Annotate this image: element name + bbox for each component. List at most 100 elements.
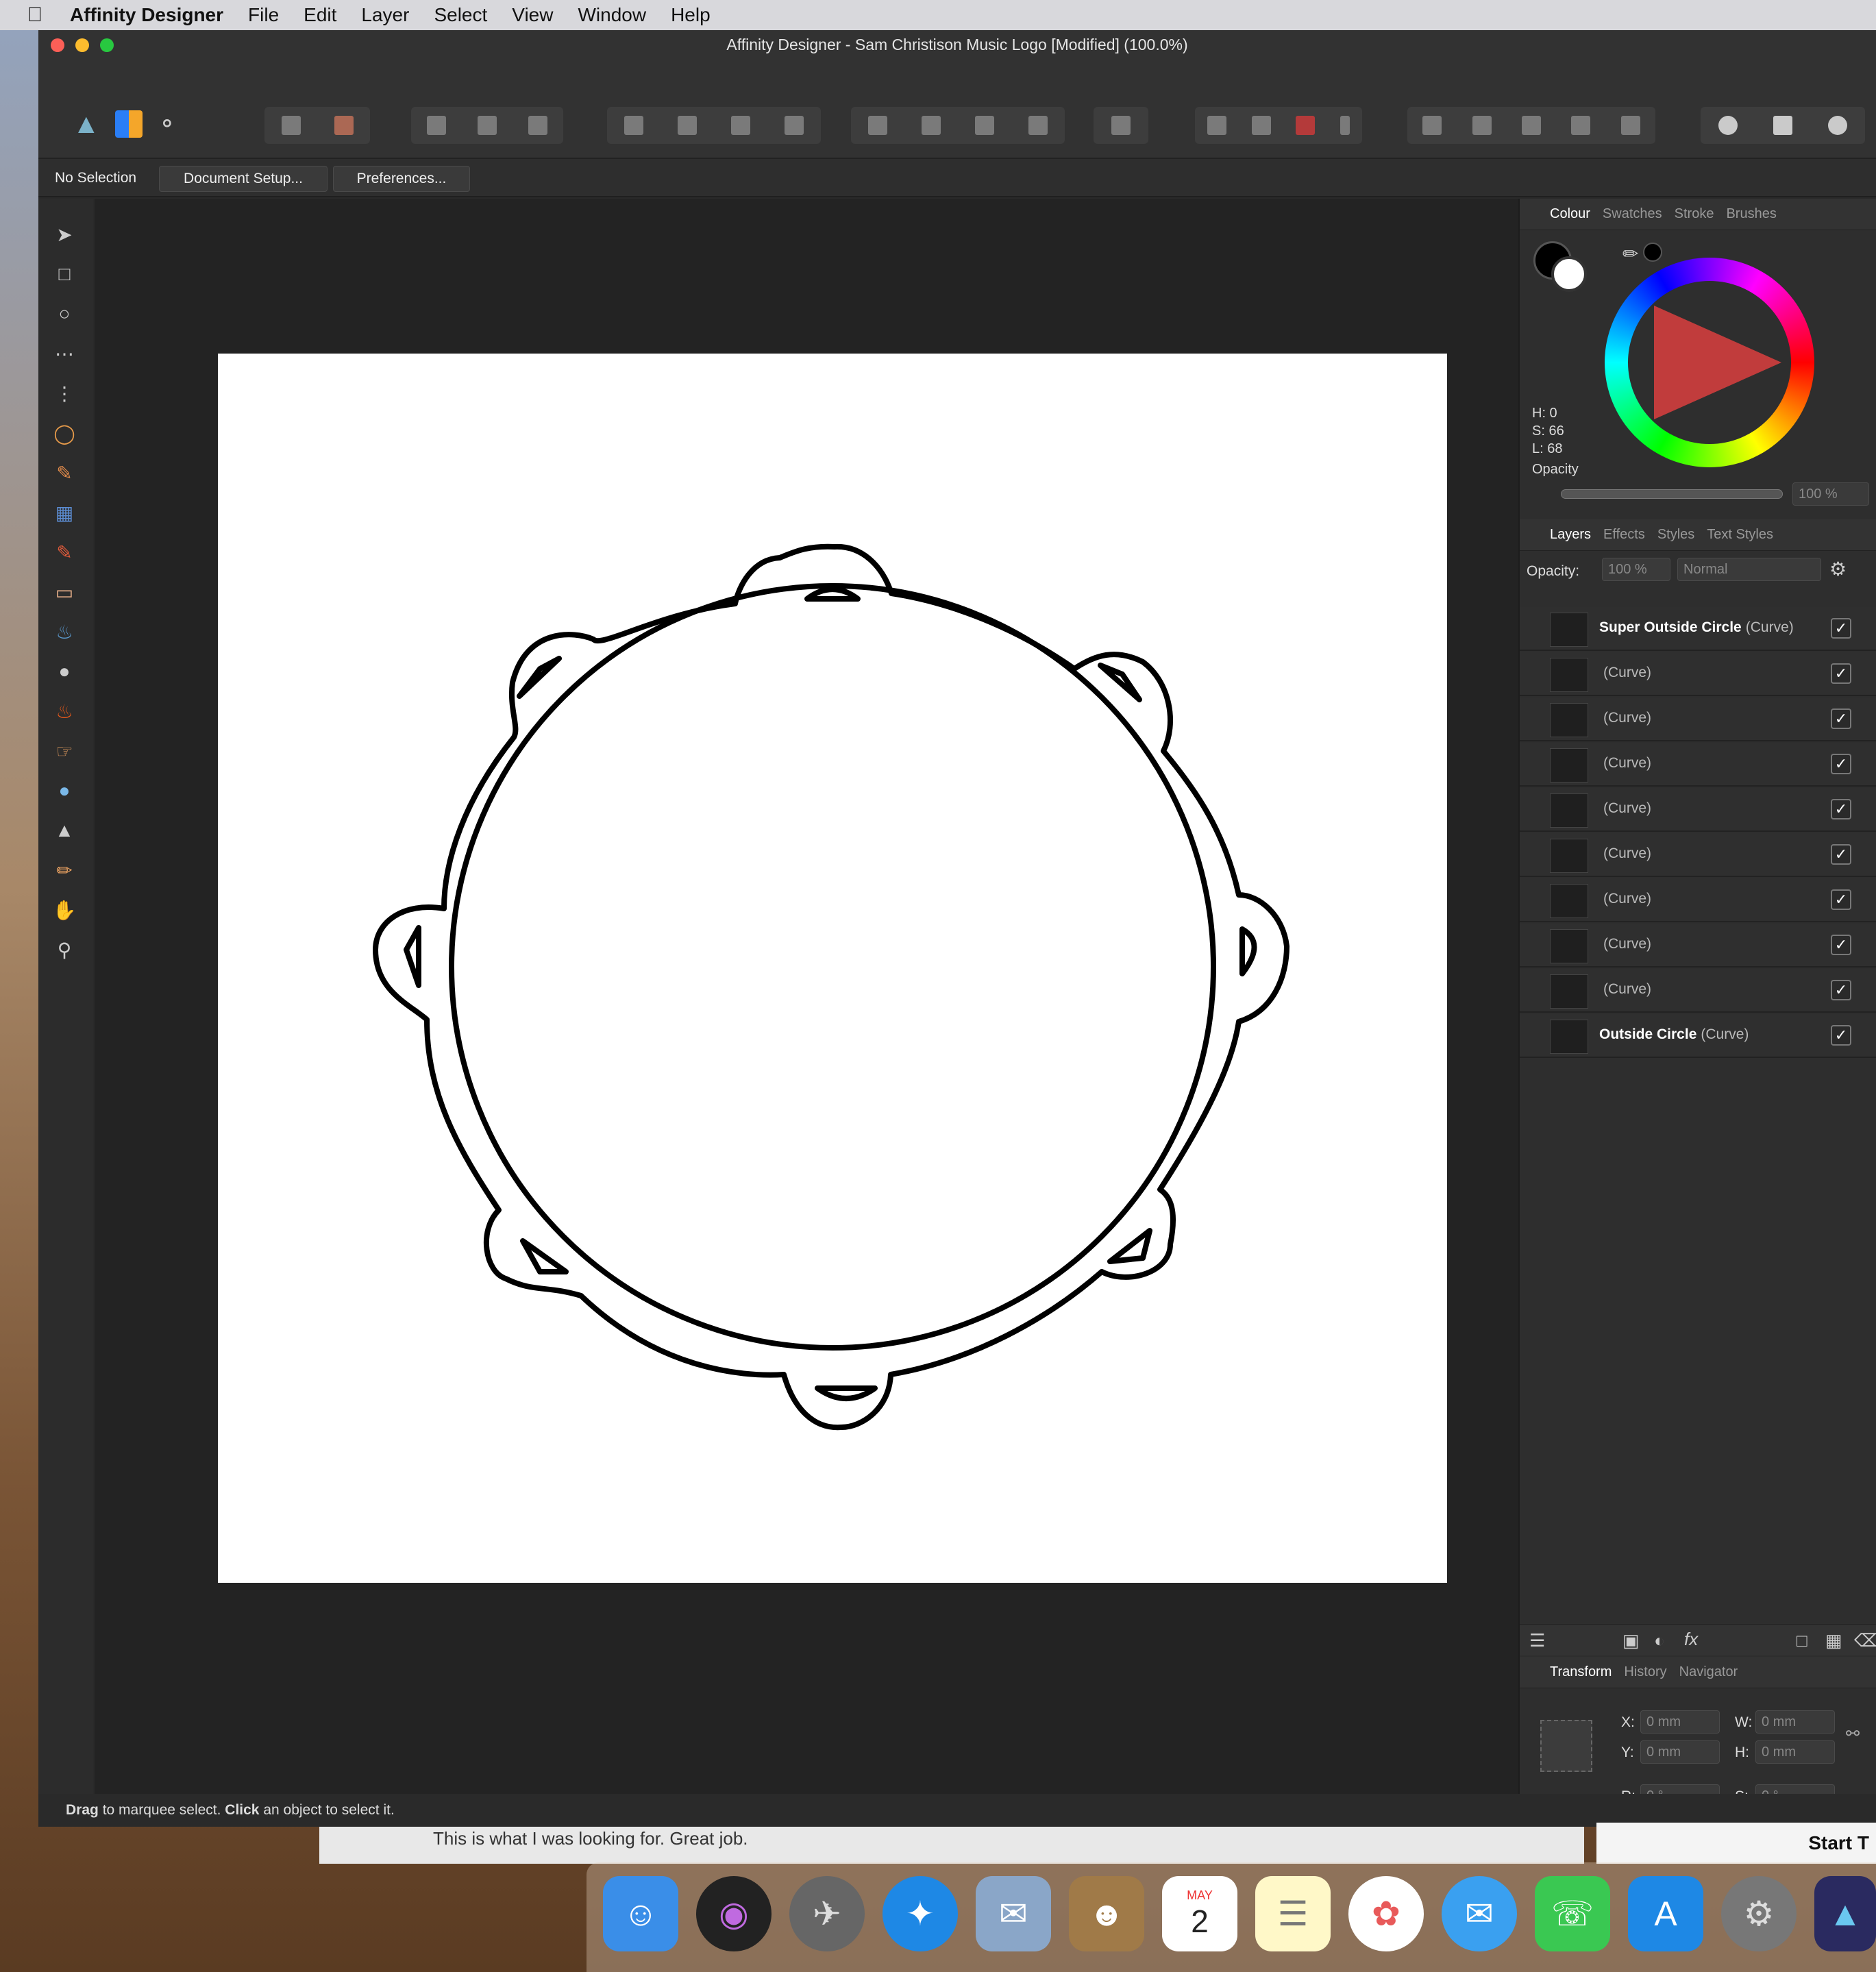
tab-styles[interactable]: Styles bbox=[1657, 527, 1694, 543]
layer-row[interactable]: Super Outside Circle (Curve) ✓ bbox=[1520, 607, 1876, 651]
snapping-settings-icon[interactable] bbox=[334, 116, 354, 135]
messages-icon[interactable]: ✉ bbox=[1442, 1876, 1517, 1951]
zoom-window-button[interactable] bbox=[100, 38, 114, 52]
snap-to-grid-icon[interactable] bbox=[1251, 116, 1271, 135]
opacity-slider[interactable] bbox=[1561, 489, 1783, 499]
layers-stack-icon[interactable]: ☰ bbox=[1529, 1630, 1545, 1651]
contacts-icon[interactable]: ☻ bbox=[1069, 1876, 1144, 1951]
stroke-colour-swatch[interactable] bbox=[1551, 256, 1587, 292]
menu-layer[interactable]: Layer bbox=[361, 4, 409, 26]
opacity-field[interactable]: 100 % bbox=[1792, 482, 1869, 506]
trash-icon[interactable]: ⌫ bbox=[1854, 1630, 1876, 1651]
flood-select-tool-icon[interactable]: ▦ bbox=[51, 499, 78, 526]
paint-brush-tool-icon[interactable]: ✎ bbox=[51, 539, 78, 566]
layer-visibility-checkbox[interactable]: ✓ bbox=[1831, 708, 1851, 729]
curve-top-left[interactable] bbox=[517, 656, 562, 699]
flip-vertical-icon[interactable] bbox=[922, 116, 941, 135]
blend-mode-select[interactable]: Normal bbox=[1677, 558, 1821, 581]
curve-top-right[interactable] bbox=[1098, 663, 1142, 702]
add-pixel-layer-icon[interactable]: ▦ bbox=[1825, 1630, 1842, 1651]
colour-picker-tool-icon[interactable]: ✏ bbox=[51, 856, 78, 884]
layer-row[interactable]: (Curve) ✓ bbox=[1520, 878, 1876, 922]
lasso-tool-icon[interactable]: ◯ bbox=[51, 419, 78, 447]
move-tool-icon[interactable]: ➤ bbox=[51, 221, 78, 248]
preferences-button[interactable]: Preferences... bbox=[333, 166, 470, 192]
layer-visibility-checkbox[interactable]: ✓ bbox=[1831, 980, 1851, 1000]
anchor-point-selector[interactable] bbox=[1540, 1720, 1592, 1772]
boolean-divide-icon[interactable] bbox=[1620, 116, 1640, 135]
layer-visibility-checkbox[interactable]: ✓ bbox=[1831, 754, 1851, 774]
curve-top[interactable] bbox=[804, 587, 861, 602]
calendar-icon[interactable]: MAY 2 bbox=[1162, 1876, 1237, 1951]
layer-row[interactable]: (Curve) ✓ bbox=[1520, 969, 1876, 1013]
x-field[interactable]: 0 mm bbox=[1640, 1710, 1720, 1734]
arrange-backward-icon[interactable] bbox=[678, 116, 697, 135]
fx-icon[interactable]: fx bbox=[1684, 1629, 1698, 1650]
app-store-icon[interactable]: A bbox=[1628, 1876, 1703, 1951]
h-field[interactable]: 0 mm bbox=[1755, 1740, 1835, 1764]
tab-layers[interactable]: Layers bbox=[1550, 527, 1591, 543]
designer-persona-icon[interactable]: ▲ bbox=[73, 109, 100, 140]
tab-brushes[interactable]: Brushes bbox=[1726, 206, 1776, 222]
tambourine-logo-drawing[interactable] bbox=[218, 354, 1447, 1583]
layer-visibility-checkbox[interactable]: ✓ bbox=[1831, 844, 1851, 865]
document-setup-button[interactable]: Document Setup... bbox=[159, 166, 328, 192]
pixel-persona-icon[interactable] bbox=[114, 110, 143, 138]
tab-colour[interactable]: Colour bbox=[1550, 206, 1590, 222]
apple-icon[interactable]:  bbox=[25, 3, 45, 26]
artboard[interactable] bbox=[218, 354, 1447, 1583]
menu-view[interactable]: View bbox=[512, 4, 553, 26]
layer-visibility-checkbox[interactable]: ✓ bbox=[1831, 799, 1851, 819]
layer-row[interactable]: (Curve) ✓ bbox=[1520, 833, 1876, 877]
boolean-intersect-icon[interactable] bbox=[1521, 116, 1541, 135]
menu-window[interactable]: Window bbox=[578, 4, 646, 26]
dodge-tool-icon[interactable]: ● bbox=[51, 658, 78, 685]
sharpen-tool-icon[interactable]: ▲ bbox=[51, 817, 78, 844]
colour-wheel[interactable] bbox=[1605, 258, 1814, 467]
tab-swatches[interactable]: Swatches bbox=[1603, 206, 1662, 222]
layer-visibility-checkbox[interactable]: ✓ bbox=[1831, 935, 1851, 955]
ellipse-marquee-tool-icon[interactable]: ○ bbox=[51, 300, 78, 328]
burn-tool-icon[interactable]: ♨ bbox=[51, 698, 78, 725]
curve-bottom[interactable] bbox=[815, 1385, 878, 1401]
layer-visibility-checkbox[interactable]: ✓ bbox=[1831, 1025, 1851, 1046]
siri-icon[interactable]: ◉ bbox=[696, 1876, 772, 1951]
chevron-down-icon[interactable] bbox=[1340, 116, 1350, 135]
boolean-add-icon[interactable] bbox=[1422, 116, 1442, 135]
adjustment-icon[interactable]: ◐ bbox=[1654, 1630, 1665, 1651]
curve-bottom-left[interactable] bbox=[520, 1238, 569, 1274]
smudge-tool-icon[interactable]: ☞ bbox=[51, 737, 78, 765]
layer-row[interactable]: (Curve) ✓ bbox=[1520, 924, 1876, 967]
lock-aspect-icon[interactable]: ⚯ bbox=[1846, 1724, 1860, 1744]
minimize-window-button[interactable] bbox=[75, 38, 89, 52]
curve-bottom-right[interactable] bbox=[1107, 1228, 1152, 1264]
flip-horizontal-icon[interactable] bbox=[868, 116, 887, 135]
tab-transform[interactable]: Transform bbox=[1550, 1664, 1612, 1680]
layer-opacity-field[interactable]: 100 % bbox=[1602, 558, 1670, 581]
layer-row[interactable]: (Curve) ✓ bbox=[1520, 698, 1876, 741]
boolean-subtract-icon[interactable] bbox=[1472, 116, 1492, 135]
row-marquee-tool-icon[interactable]: ⋯ bbox=[51, 340, 78, 367]
menu-select[interactable]: Select bbox=[434, 4, 487, 26]
zoom-tool-icon[interactable]: ⚲ bbox=[51, 936, 78, 963]
export-persona-icon[interactable]: ⚬ bbox=[158, 110, 177, 138]
affinity-designer-dock-icon[interactable]: ▲ bbox=[1814, 1876, 1876, 1951]
layer-row[interactable]: Outside Circle (Curve) ✓ bbox=[1520, 1014, 1876, 1058]
arrange-front-icon[interactable] bbox=[785, 116, 804, 135]
flood-fill-tool-icon[interactable]: ♨ bbox=[51, 618, 78, 645]
erase-brush-tool-icon[interactable]: ▭ bbox=[51, 578, 78, 606]
tab-text-styles[interactable]: Text Styles bbox=[1707, 527, 1773, 543]
w-field[interactable]: 0 mm bbox=[1755, 1710, 1835, 1734]
menu-edit[interactable]: Edit bbox=[304, 4, 336, 26]
curve-right[interactable] bbox=[1239, 926, 1257, 976]
layer-row[interactable]: (Curve) ✓ bbox=[1520, 788, 1876, 832]
selection-brush-tool-icon[interactable]: ✎ bbox=[51, 459, 78, 486]
tab-effects[interactable]: Effects bbox=[1603, 527, 1645, 543]
column-marquee-tool-icon[interactable]: ⋮ bbox=[51, 380, 78, 407]
notes-icon[interactable]: ☰ bbox=[1255, 1876, 1331, 1951]
tab-navigator[interactable]: Navigator bbox=[1679, 1664, 1738, 1680]
mask-icon[interactable]: ▣ bbox=[1622, 1630, 1640, 1651]
menu-file[interactable]: File bbox=[248, 4, 279, 26]
select-icon[interactable] bbox=[427, 116, 446, 135]
eyedropper-icon[interactable]: ✏ bbox=[1622, 243, 1638, 265]
